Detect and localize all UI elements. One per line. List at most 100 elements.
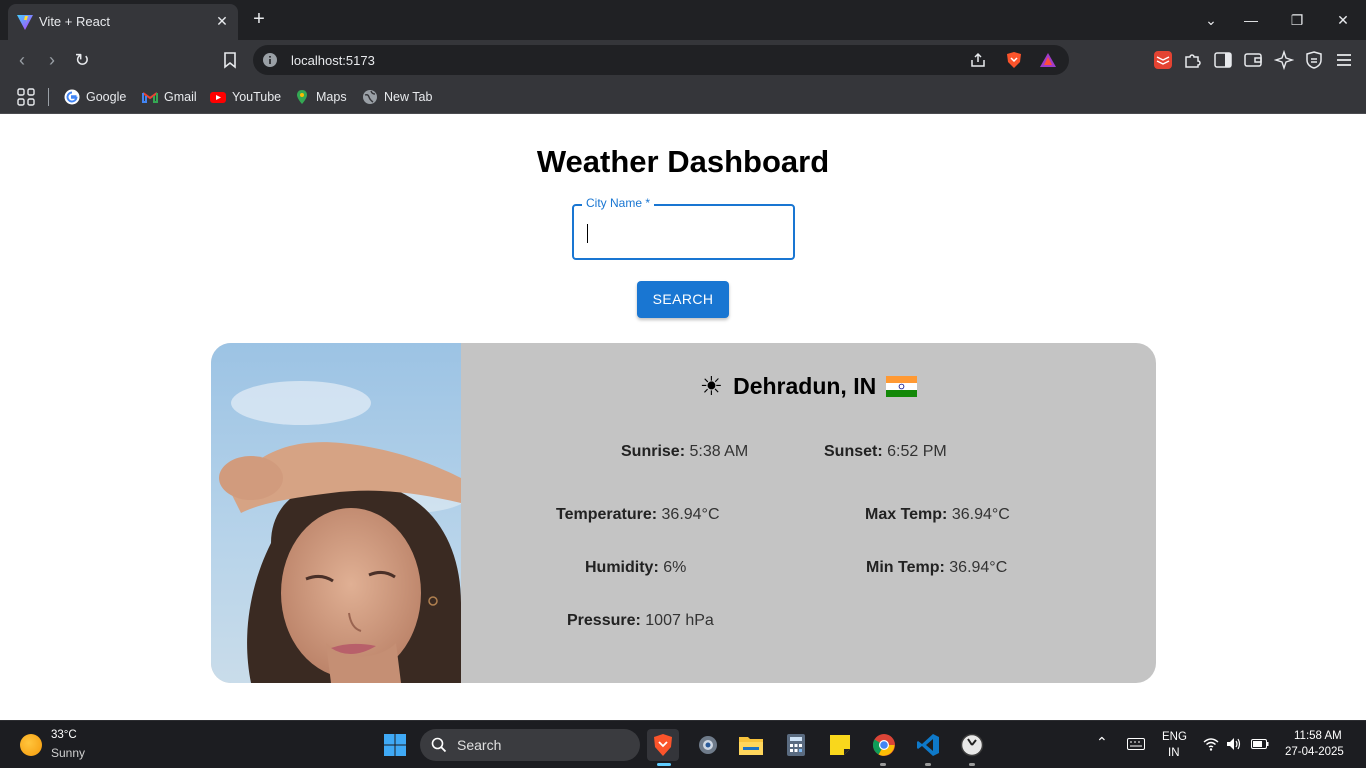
- bookmarks-bar: Google Gmail YouTube Maps New Tab: [0, 80, 1366, 114]
- show-hidden-icons-chevron-icon[interactable]: ⌃: [1096, 734, 1108, 751]
- weather-widget-temp: 33°C: [51, 729, 77, 741]
- wifi-icon[interactable]: [1203, 737, 1219, 751]
- max-temp-stat: Max Temp: 36.94°C: [865, 506, 1010, 524]
- site-info-icon[interactable]: [262, 52, 278, 68]
- extensions-puzzle-icon[interactable]: [1183, 50, 1203, 70]
- keyboard-icon[interactable]: [1127, 738, 1145, 750]
- taskbar-settings[interactable]: [692, 729, 724, 761]
- menu-icon[interactable]: [1334, 50, 1354, 70]
- vscode-icon: [917, 734, 939, 756]
- bookmark-new-tab[interactable]: New Tab: [362, 87, 432, 107]
- sun-icon: ☀: [699, 371, 724, 401]
- globe-icon: [363, 90, 377, 104]
- max-temp-value: 36.94°C: [951, 506, 1010, 523]
- search-button[interactable]: SEARCH: [637, 281, 729, 318]
- clock-date: 27-04-2025: [1285, 746, 1344, 758]
- youtube-icon: [210, 92, 226, 103]
- vpn-shield-icon[interactable]: [1304, 50, 1324, 70]
- max-temp-label: Max Temp:: [865, 506, 948, 523]
- temperature-stat: Temperature: 36.94°C: [556, 506, 720, 524]
- todoist-extension-icon[interactable]: [1153, 50, 1173, 70]
- reload-button[interactable]: ↻: [70, 48, 94, 72]
- active-app-indicator: [657, 763, 671, 766]
- close-window-button[interactable]: ✕: [1328, 6, 1358, 34]
- browser-tab[interactable]: Vite + React ✕: [8, 4, 238, 40]
- taskbar-calculator[interactable]: [780, 729, 812, 761]
- clock-app-icon: [960, 733, 984, 757]
- taskbar-sticky-notes[interactable]: [824, 729, 856, 761]
- wallet-icon[interactable]: [1243, 50, 1263, 70]
- apps-grid-icon[interactable]: [17, 88, 35, 106]
- calculator-icon: [787, 734, 805, 756]
- location-heading: ☀ Dehradun, IN: [461, 371, 1156, 401]
- bookmarks-divider: [48, 88, 49, 106]
- forward-button[interactable]: ›: [40, 48, 64, 72]
- language-bottom: IN: [1168, 747, 1180, 759]
- bookmark-gmail[interactable]: Gmail: [142, 87, 197, 107]
- city-name-input[interactable]: [588, 218, 778, 246]
- city-name-label: City Name *: [582, 196, 655, 210]
- close-tab-icon[interactable]: ✕: [212, 11, 232, 31]
- restore-button[interactable]: ❐: [1282, 6, 1312, 34]
- sunset-label: Sunset:: [824, 443, 883, 460]
- taskbar-vscode[interactable]: [912, 729, 944, 761]
- back-button[interactable]: ‹: [10, 48, 34, 72]
- min-temp-stat: Min Temp: 36.94°C: [866, 559, 1007, 577]
- min-temp-label: Min Temp:: [866, 559, 945, 576]
- bookmark-icon[interactable]: [221, 51, 239, 69]
- pressure-value: 1007 hPa: [645, 612, 714, 629]
- clock-time: 11:58 AM: [1294, 730, 1342, 742]
- text-caret: [587, 224, 588, 243]
- city-name-field[interactable]: [572, 204, 795, 260]
- running-app-indicator: [880, 763, 886, 766]
- brave-browser-icon: [654, 734, 672, 756]
- brave-rewards-icon[interactable]: [1039, 51, 1057, 69]
- taskbar-search[interactable]: Search: [420, 729, 640, 761]
- india-flag-icon: [886, 375, 918, 397]
- min-temp-value: 36.94°C: [949, 559, 1008, 576]
- running-app-indicator: [969, 763, 975, 766]
- taskbar-file-explorer[interactable]: [735, 729, 767, 761]
- google-icon: [64, 89, 80, 105]
- bookmark-google[interactable]: Google: [64, 87, 126, 107]
- browser-tab-strip: Vite + React ✕ + ⌄ — ❐ ✕: [0, 0, 1366, 40]
- running-app-indicator: [925, 763, 931, 766]
- tab-title: Vite + React: [39, 14, 110, 29]
- tab-search-chevron-icon[interactable]: ⌄: [1196, 6, 1226, 34]
- address-bar[interactable]: localhost:5173: [253, 45, 1069, 75]
- sunset-value: 6:52 PM: [887, 443, 947, 460]
- taskbar-chrome[interactable]: [868, 729, 900, 761]
- bookmark-label: YouTube: [232, 90, 282, 104]
- city-name: Dehradun, IN: [733, 372, 877, 399]
- leo-ai-icon[interactable]: [1274, 50, 1294, 70]
- volume-icon[interactable]: [1226, 737, 1242, 751]
- bookmark-maps[interactable]: Maps: [294, 87, 347, 107]
- settings-gear-icon: [699, 736, 717, 754]
- sticky-notes-icon: [830, 735, 850, 755]
- minimize-button[interactable]: —: [1236, 6, 1266, 34]
- sunrise-stat: Sunrise: 5:38 AM: [621, 443, 748, 461]
- share-icon[interactable]: [969, 51, 987, 69]
- folder-icon: [739, 737, 763, 755]
- brave-shield-icon[interactable]: [1005, 51, 1023, 69]
- sidebar-icon[interactable]: [1213, 50, 1233, 70]
- maps-icon: [297, 90, 307, 104]
- weather-card: ☀ Dehradun, IN Sunrise: 5:38 AM Sunset: …: [211, 343, 1156, 683]
- humidity-stat: Humidity: 6%: [585, 559, 686, 577]
- chrome-icon: [872, 734, 895, 756]
- temperature-label: Temperature:: [556, 506, 658, 523]
- bookmark-youtube[interactable]: YouTube: [210, 87, 281, 107]
- taskbar-brave[interactable]: [647, 729, 679, 761]
- taskbar-search-label: Search: [457, 737, 502, 753]
- gmail-icon: [142, 92, 158, 103]
- battery-icon[interactable]: [1251, 738, 1269, 750]
- bookmark-label: Gmail: [164, 90, 197, 104]
- language-top: ENG: [1162, 731, 1187, 743]
- page-title: Weather Dashboard: [536, 144, 830, 179]
- new-tab-button[interactable]: +: [248, 8, 270, 30]
- sunrise-label: Sunrise:: [621, 443, 686, 460]
- start-button[interactable]: [379, 729, 411, 761]
- taskbar-clock-app[interactable]: [956, 729, 988, 761]
- sunny-weather-icon: [20, 734, 42, 756]
- search-icon: [431, 737, 447, 753]
